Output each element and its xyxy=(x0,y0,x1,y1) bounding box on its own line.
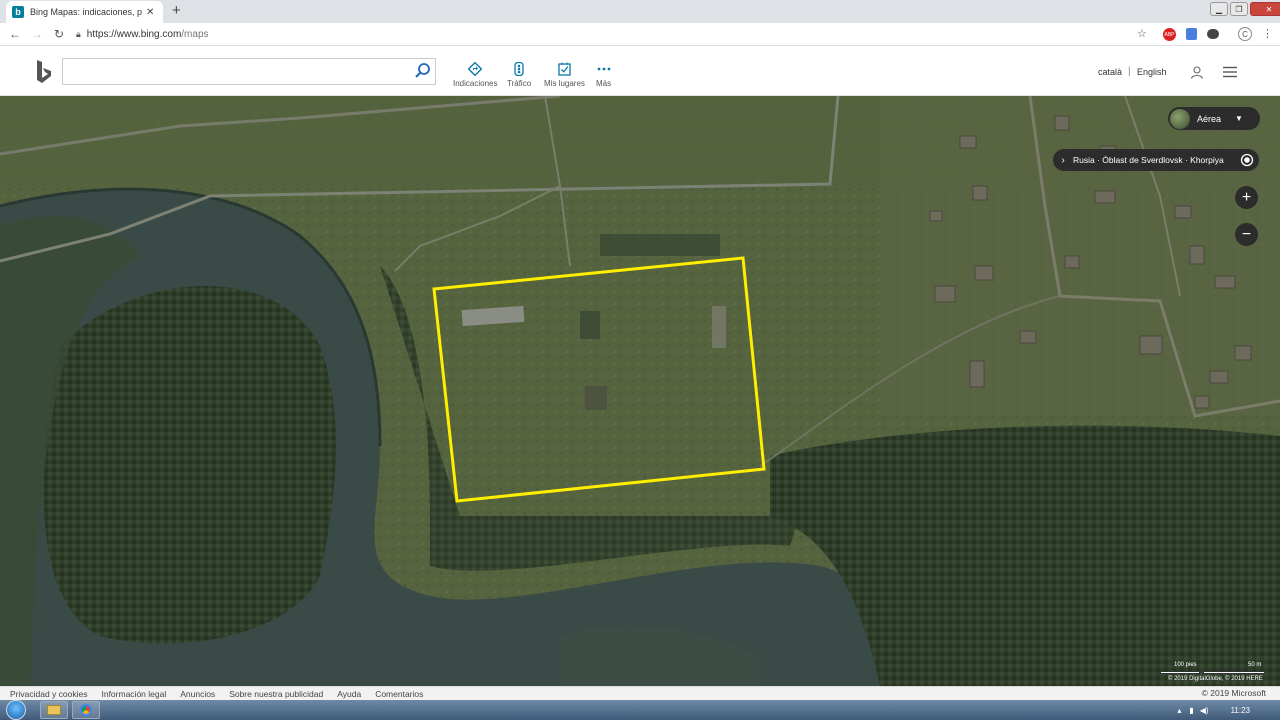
locate-icon xyxy=(1240,153,1254,167)
tab-strip: b Bing Mapas: indicaciones, planific ✕ +… xyxy=(0,0,1280,23)
nav-traffic[interactable]: Tráfico xyxy=(507,62,531,88)
scale-meters-label: 50 m xyxy=(1248,662,1262,668)
aerial-thumb-icon xyxy=(1170,108,1190,129)
search-input[interactable] xyxy=(62,58,436,85)
footer-link-help[interactable]: Ayuda xyxy=(337,689,361,699)
system-tray: ▴ ▮ ◀) 11:23 xyxy=(1177,700,1280,720)
lock-icon: 🔒︎ xyxy=(76,28,81,39)
scale-feet-label: 100 pies xyxy=(1174,662,1197,668)
map-style-selector[interactable]: Aérea ▼ xyxy=(1168,107,1260,130)
restore-button[interactable]: ❐ xyxy=(1230,2,1248,16)
footer-link-feedback[interactable]: Comentarios xyxy=(375,689,423,699)
address-bar: ← → ↻ 🔒︎ https://www.bing.com/maps xyxy=(0,23,1280,46)
volume-icon[interactable]: ◀) xyxy=(1200,706,1209,715)
footer-copyright: © 2019 Microsoft xyxy=(1201,688,1266,698)
breadcrumb-trail: Rusia · Óblast de Sverdlovsk · Khorpiya xyxy=(1073,155,1224,165)
map-canvas[interactable]: Aérea ▼ › Rusia · Óblast de Sverdlovsk ·… xyxy=(0,96,1280,686)
bing-logo-icon[interactable] xyxy=(35,59,53,85)
nav-my-places[interactable]: Mis lugares xyxy=(544,62,585,88)
windows-taskbar: ▴ ▮ ◀) 11:23 xyxy=(0,700,1280,720)
translate-icon[interactable] xyxy=(1186,28,1197,40)
locate-me-button[interactable] xyxy=(1236,149,1258,171)
back-icon[interactable]: ← xyxy=(4,27,26,41)
footer-link-privacy[interactable]: Privacidad y cookies xyxy=(10,689,87,699)
user-icon[interactable] xyxy=(1190,65,1204,79)
forward-icon[interactable]: → xyxy=(26,27,48,41)
network-icon[interactable]: ▮ xyxy=(1189,706,1193,715)
start-button[interactable] xyxy=(6,700,26,720)
zoom-in-button[interactable]: + xyxy=(1235,186,1258,209)
extension-icon[interactable] xyxy=(1207,29,1219,39)
url-path: /maps xyxy=(181,28,209,40)
nav-more-label: Más xyxy=(596,79,612,88)
nav-directions[interactable]: Indicaciones xyxy=(453,62,497,88)
tab-title: Bing Mapas: indicaciones, planific xyxy=(30,7,142,17)
scale-meters-line xyxy=(1203,671,1265,674)
adblock-icon[interactable]: ABP xyxy=(1163,28,1176,41)
lang-english-link[interactable]: English xyxy=(1137,67,1167,77)
lang-catalan-link[interactable]: català xyxy=(1098,67,1122,77)
aerial-imagery[interactable] xyxy=(0,96,1280,686)
bookmark-star-icon[interactable]: ☆ xyxy=(1137,27,1147,40)
zoom-out-button[interactable]: − xyxy=(1235,223,1258,246)
search-icon[interactable] xyxy=(414,62,432,80)
more-icon xyxy=(597,67,610,71)
nav-my-places-label: Mis lugares xyxy=(544,79,585,88)
directions-icon xyxy=(468,62,483,76)
profile-icon[interactable]: C xyxy=(1238,27,1252,41)
chevron-down-icon: ▼ xyxy=(1235,114,1243,123)
bing-header: Indicaciones Tráfico Mis lugares Más cat… xyxy=(0,47,1280,96)
bing-favicon-icon: b xyxy=(12,6,24,18)
close-window-button[interactable]: ✕ xyxy=(1250,2,1280,16)
imagery-credit: © 2019 DigitalGlobe, © 2019 HERE xyxy=(1168,676,1263,682)
tab-close-icon[interactable]: ✕ xyxy=(146,7,154,18)
my-places-icon xyxy=(558,62,571,76)
map-style-label: Aérea xyxy=(1197,113,1222,124)
scale-feet-line xyxy=(1160,671,1200,674)
minimize-button[interactable]: ▁ xyxy=(1210,2,1228,16)
url-host: https://www.bing.com xyxy=(86,28,182,40)
hamburger-menu-icon[interactable] xyxy=(1222,66,1238,78)
location-breadcrumb[interactable]: › Rusia · Óblast de Sverdlovsk · Khorpiy… xyxy=(1053,149,1259,171)
chevron-right-icon[interactable]: › xyxy=(1053,155,1073,166)
tray-arrow-icon[interactable]: ▴ xyxy=(1177,706,1181,715)
reload-icon[interactable]: ↻ xyxy=(48,27,70,41)
explorer-taskbar-icon[interactable] xyxy=(40,701,68,719)
footer-link-about-ads[interactable]: Sobre nuestra publicidad xyxy=(229,689,323,699)
nav-directions-label: Indicaciones xyxy=(453,79,498,88)
nav-more[interactable]: Más xyxy=(596,62,611,88)
url-field[interactable]: https://www.bing.com/maps xyxy=(87,29,209,40)
chrome-taskbar-icon[interactable] xyxy=(72,701,100,719)
chrome-menu-icon[interactable]: ⋮ xyxy=(1262,27,1273,40)
page-footer: Privacidad y cookies Información legal A… xyxy=(0,686,1280,700)
lang-separator: | xyxy=(1128,66,1131,77)
footer-link-legal[interactable]: Información legal xyxy=(101,689,166,699)
footer-link-ads[interactable]: Anuncios xyxy=(180,689,215,699)
browser-tab[interactable]: b Bing Mapas: indicaciones, planific ✕ xyxy=(6,1,163,23)
taskbar-clock[interactable]: 11:23 xyxy=(1231,706,1250,715)
new-tab-button[interactable]: + xyxy=(172,2,181,19)
nav-traffic-label: Tráfico xyxy=(507,79,532,88)
window-controls: ▁ ❐ ✕ xyxy=(1208,0,1280,16)
traffic-icon xyxy=(514,62,524,76)
